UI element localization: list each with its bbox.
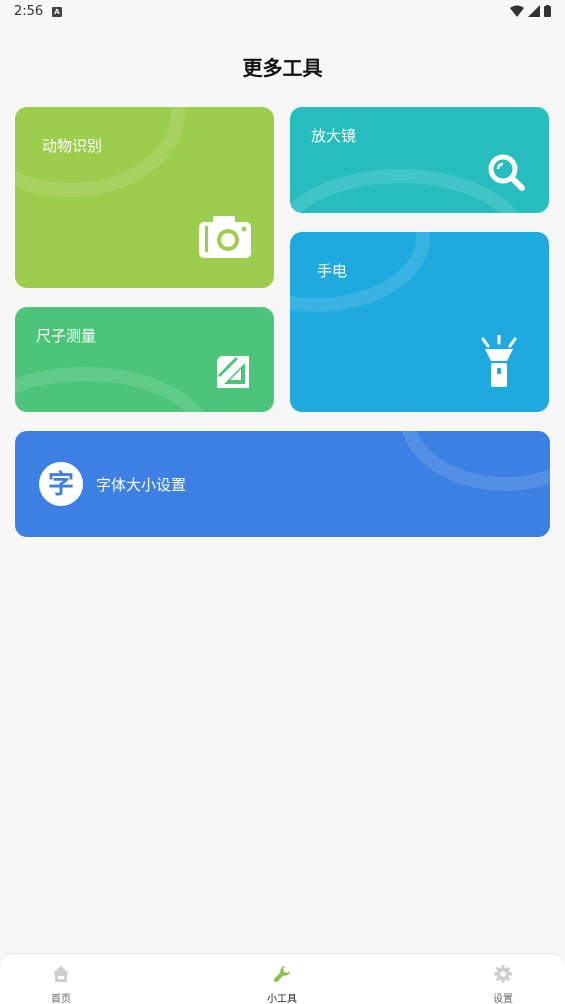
bottom-nav: 首页 小工具 设置 [0,953,565,1004]
screen: 2:56 A 更多工具 动物识别 放大镜 尺子测量 手电 字 字体大小设置 首页… [0,0,565,1004]
card-decoration [15,367,215,412]
nav-item-settings[interactable]: 设置 [458,954,548,1004]
card-decoration [400,431,550,491]
font-size-badge-text: 字 [48,469,74,500]
animal-recognition-card[interactable]: 动物识别 [15,107,274,288]
search-icon [488,154,525,191]
nav-label-tools: 小工具 [267,994,297,1004]
flashlight-label: 手电 [317,262,348,280]
wifi-icon [510,5,524,17]
ruler-measure-label: 尺子测量 [36,327,97,345]
nav-item-home[interactable]: 首页 [16,954,106,1004]
page-title: 更多工具 [242,56,323,80]
home-icon [53,966,69,982]
magnifier-label: 放大镜 [311,127,357,145]
flashlight-card[interactable]: 手电 [290,232,549,412]
font-size-label: 字体大小设置 [96,476,187,494]
nav-label-home: 首页 [51,994,71,1004]
animal-recognition-label: 动物识别 [42,137,103,155]
flashlight-icon [481,335,517,387]
magnifier-card[interactable]: 放大镜 [290,107,549,213]
signal-icon [528,5,540,17]
ruler-icon [217,356,249,388]
notification-icon: A [52,7,62,17]
ruler-measure-card[interactable]: 尺子测量 [15,307,274,412]
card-decoration [290,232,430,312]
font-size-badge-glyph: 字 [48,469,74,500]
status-bar: 2:56 A [0,0,565,24]
wrench-icon [273,966,290,983]
battery-icon [544,5,551,17]
nav-item-tools[interactable]: 小工具 [237,954,327,1004]
gear-icon [494,965,512,983]
camera-icon [199,216,251,258]
font-size-card[interactable]: 字 字体大小设置 [15,431,550,537]
status-icons [510,5,551,17]
status-time: 2:56 [14,4,44,19]
font-size-icon: 字 [39,462,83,506]
nav-label-settings: 设置 [493,994,513,1004]
